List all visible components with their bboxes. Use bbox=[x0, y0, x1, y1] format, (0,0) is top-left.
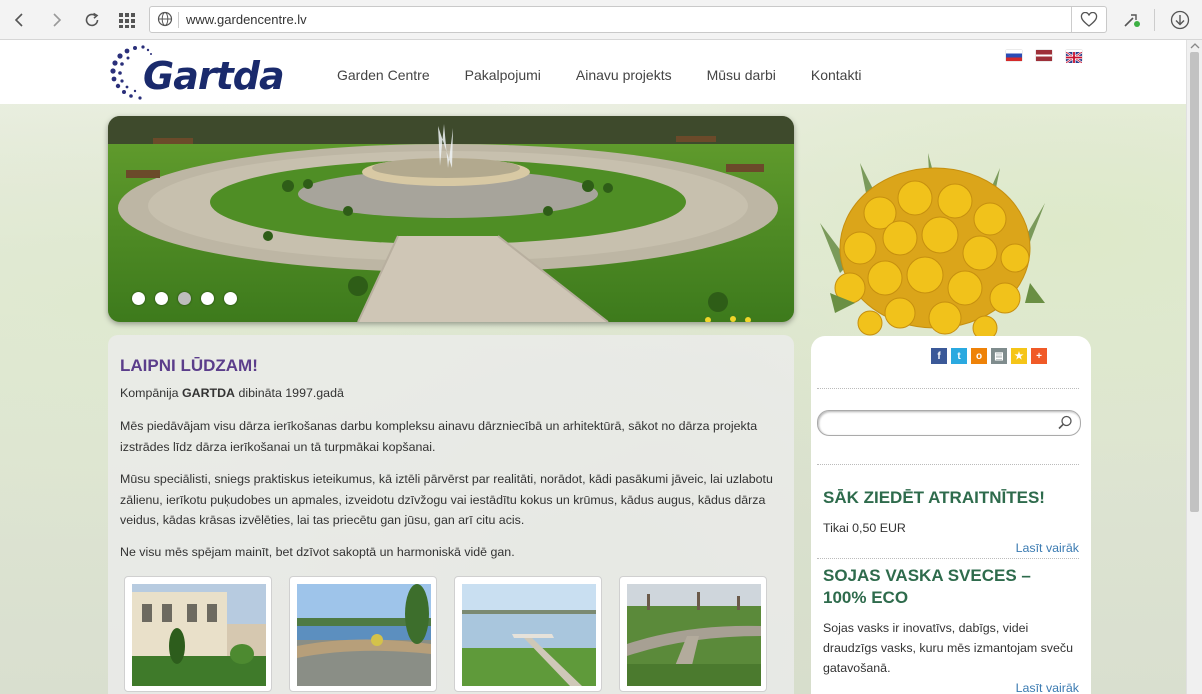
toolbar-divider bbox=[1154, 9, 1155, 31]
forward-icon[interactable] bbox=[44, 8, 68, 32]
reload-icon[interactable] bbox=[80, 8, 104, 32]
menu-ainavu-projekts[interactable]: Ainavu projekts bbox=[576, 67, 672, 83]
company-name: GARTDA bbox=[182, 386, 235, 400]
thumb-image-lakeside-terrace bbox=[297, 584, 431, 686]
gallery-thumb-4[interactable] bbox=[619, 576, 767, 692]
hero-slider[interactable] bbox=[108, 116, 794, 322]
site-header: Gartda Garden Centre Pakalpojumi Ainavu … bbox=[0, 40, 1186, 104]
page-viewport: Gartda Garden Centre Pakalpojumi Ainavu … bbox=[0, 40, 1186, 694]
menu-pakalpojumi[interactable]: Pakalpojumi bbox=[465, 67, 541, 83]
intro-paragraph: Mēs piedāvājam visu dārza ierīkošanas da… bbox=[120, 419, 758, 454]
bookmark-heart-icon[interactable] bbox=[1071, 7, 1106, 32]
site-logo[interactable]: Gartda bbox=[107, 44, 297, 102]
welcome-title: LAIPNI LŪDZAM! bbox=[120, 356, 258, 375]
odnoklassniki-icon[interactable]: o bbox=[971, 348, 987, 364]
back-icon[interactable] bbox=[8, 8, 32, 32]
flag-en-icon[interactable] bbox=[1065, 50, 1083, 64]
gallery-thumb-3[interactable] bbox=[454, 576, 602, 692]
language-switcher bbox=[1006, 50, 1083, 64]
download-icon[interactable] bbox=[1168, 8, 1192, 32]
sidebar: f t o ▤ ★ + SĀK ZIEDĒT ATRAITNĪTES! Tika… bbox=[811, 336, 1091, 694]
url-text[interactable]: www.gardencentre.lv bbox=[186, 12, 307, 27]
promo-candles-title[interactable]: SOJAS VASKA SVECES – 100% ECO bbox=[823, 565, 1053, 609]
promo-candles-read-more[interactable]: Lasīt vairāk bbox=[1016, 681, 1079, 694]
welcome-panel: LAIPNI LŪDZAM! Kompānija GARTDA dibināta… bbox=[108, 335, 794, 694]
slider-dot-3[interactable] bbox=[178, 292, 191, 305]
thumb-image-park-paths bbox=[627, 584, 761, 686]
menu-musu-darbi[interactable]: Mūsu darbi bbox=[707, 67, 776, 83]
slider-dot-5[interactable] bbox=[224, 292, 237, 305]
search-icon[interactable] bbox=[1058, 415, 1073, 435]
thumb-image-building bbox=[132, 584, 266, 686]
slider-dot-1[interactable] bbox=[132, 292, 145, 305]
promo-pansies-text: Tikai 0,50 EUR bbox=[823, 521, 906, 535]
scroll-thumb[interactable] bbox=[1190, 52, 1199, 512]
thumb-image-lake-pier bbox=[462, 584, 596, 686]
promo-candles-text: Sojas vasks ir inovatīvs, dabīgs, videi … bbox=[823, 621, 1073, 675]
more-icon[interactable]: + bbox=[1031, 348, 1047, 364]
slider-dots bbox=[132, 292, 237, 305]
slider-dot-4[interactable] bbox=[201, 292, 214, 305]
url-separator bbox=[178, 12, 179, 28]
menu-kontakti[interactable]: Kontakti bbox=[811, 67, 862, 83]
gallery-thumb-2[interactable] bbox=[289, 576, 437, 692]
search-input[interactable] bbox=[817, 410, 1081, 436]
divider bbox=[817, 388, 1079, 389]
extension-icon[interactable] bbox=[1120, 8, 1144, 32]
gallery-thumb-1[interactable] bbox=[124, 576, 272, 692]
twitter-icon[interactable]: t bbox=[951, 348, 967, 364]
flag-lv-icon[interactable] bbox=[1036, 50, 1052, 61]
divider bbox=[817, 464, 1079, 465]
flag-ru-icon[interactable] bbox=[1006, 50, 1022, 61]
closing-paragraph: Ne visu mēs spējam mainīt, bet dzīvot sa… bbox=[120, 545, 515, 559]
divider bbox=[817, 558, 1079, 559]
promo-pansies-title[interactable]: SĀK ZIEDĒT ATRAITNĪTES! bbox=[823, 487, 1045, 509]
main-menu: Garden Centre Pakalpojumi Ainavu projekt… bbox=[337, 67, 896, 83]
founded-text: Kompānija GARTDA dibināta 1997.gadā bbox=[120, 386, 344, 400]
favorite-icon[interactable]: ★ bbox=[1011, 348, 1027, 364]
logo-text: Gartda bbox=[143, 54, 285, 98]
scroll-up-arrow-icon[interactable] bbox=[1187, 41, 1202, 51]
address-bar[interactable]: www.gardencentre.lv bbox=[149, 6, 1107, 33]
slider-dot-2[interactable] bbox=[155, 292, 168, 305]
share-bar: f t o ▤ ★ + bbox=[931, 348, 1047, 364]
specialists-paragraph: Mūsu speciālisti, sniegs praktiskus iete… bbox=[120, 472, 773, 527]
menu-garden-centre[interactable]: Garden Centre bbox=[337, 67, 430, 83]
globe-icon bbox=[157, 11, 173, 32]
tulip-bouquet-image bbox=[820, 153, 1045, 341]
page-scrollbar[interactable] bbox=[1186, 40, 1202, 694]
print-icon[interactable]: ▤ bbox=[991, 348, 1007, 364]
browser-toolbar: www.gardencentre.lv bbox=[0, 0, 1202, 40]
facebook-icon[interactable]: f bbox=[931, 348, 947, 364]
apps-grid-icon[interactable] bbox=[115, 8, 139, 32]
promo-pansies-read-more[interactable]: Lasīt vairāk bbox=[1016, 541, 1079, 555]
